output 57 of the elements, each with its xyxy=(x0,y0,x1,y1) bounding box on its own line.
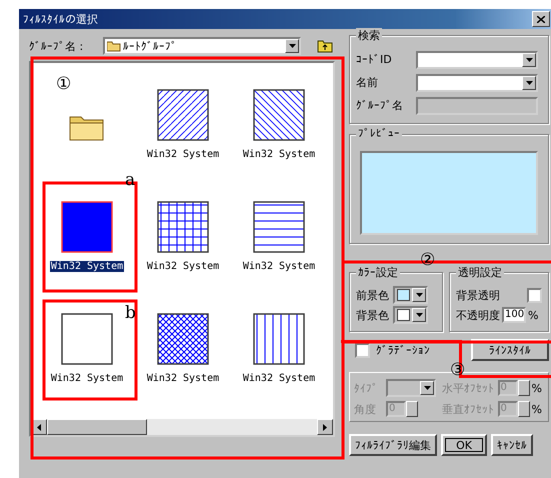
annotation-label: ① xyxy=(56,76,71,93)
group-label: ｸﾞﾙｰﾌﾟ名 : xyxy=(29,38,84,54)
field-label: 背景色 xyxy=(356,308,389,322)
item-label: Win32 System xyxy=(242,149,316,160)
close-icon xyxy=(537,16,545,22)
color-picker[interactable] xyxy=(393,286,428,304)
horizontal-scrollbar[interactable] xyxy=(31,419,333,435)
item-label: Win32 System xyxy=(242,373,316,384)
group-title: ｶﾗｰ設定 xyxy=(356,265,400,280)
unit-label: % xyxy=(532,382,542,394)
checkbox[interactable] xyxy=(355,342,370,358)
group-title: ﾌﾟﾚﾋﾞｭｰ xyxy=(356,127,402,140)
input-field[interactable]: 100 xyxy=(502,307,526,323)
group-title: 検索 xyxy=(356,28,382,43)
item-label: Win32 System xyxy=(146,149,220,160)
item-label: Win32 System xyxy=(50,373,124,384)
left-arrow-icon[interactable] xyxy=(37,424,41,430)
field-label: ｸﾞﾙｰﾌﾟ名 xyxy=(356,98,404,113)
field-label: 水平ｵﾌｾｯﾄ xyxy=(442,380,495,396)
input-field[interactable] xyxy=(416,50,538,68)
field-label: 名前 xyxy=(356,75,379,90)
unit-label: % xyxy=(532,402,542,416)
pattern-swatch xyxy=(157,201,209,253)
pattern-swatch xyxy=(157,313,209,365)
field-label: ｺｰﾄﾞID xyxy=(356,53,393,66)
item-label: Win32 System xyxy=(146,261,220,272)
field-label: 角度 xyxy=(354,402,377,416)
group-dropdown[interactable]: ﾙｰﾄｸﾞﾙｰﾌﾟ xyxy=(103,37,302,55)
pattern-swatch xyxy=(61,313,113,365)
item-label: Win32 System xyxy=(242,261,316,272)
pattern-swatch xyxy=(253,89,305,141)
close-button[interactable] xyxy=(532,11,550,27)
up-folder-icon[interactable] xyxy=(317,39,334,53)
checkbox-label: ｸﾞﾗﾃﾞｰｼｮﾝ xyxy=(376,344,430,356)
field-label: 前景色 xyxy=(356,288,389,302)
input-field[interactable] xyxy=(416,74,538,92)
field-label: 背景透明 xyxy=(456,288,500,302)
window-title: ﾌｨﾙｽﾀｲﾙの選択 xyxy=(23,12,98,26)
right-arrow-icon[interactable] xyxy=(323,424,327,430)
field-label: ﾀｲﾌﾟ xyxy=(354,382,379,394)
dialog-button[interactable]: ﾌｨﾙﾗｲﾌﾞﾗﾘ編集 xyxy=(349,434,437,456)
field-label: 不透明度 xyxy=(456,308,500,322)
group-title: 透明設定 xyxy=(456,265,504,280)
folder-icon xyxy=(107,40,122,52)
item-label: Win32 System xyxy=(146,373,220,384)
field-label: 垂直ｵﾌｾｯﾄ xyxy=(442,402,495,416)
dropdown[interactable] xyxy=(386,379,436,397)
pattern-swatch xyxy=(61,201,113,253)
dialog-button[interactable]: ｷｬﾝｾﾙ xyxy=(491,434,533,456)
unit-label: % xyxy=(528,308,538,322)
item-label: Win32 System xyxy=(50,261,124,272)
pattern-swatch xyxy=(253,313,305,365)
pattern-swatch xyxy=(253,201,305,253)
pattern-swatch xyxy=(157,89,209,141)
color-picker[interactable] xyxy=(393,306,428,324)
checkbox[interactable] xyxy=(527,288,542,302)
dialog-button[interactable]: OK xyxy=(441,434,487,456)
